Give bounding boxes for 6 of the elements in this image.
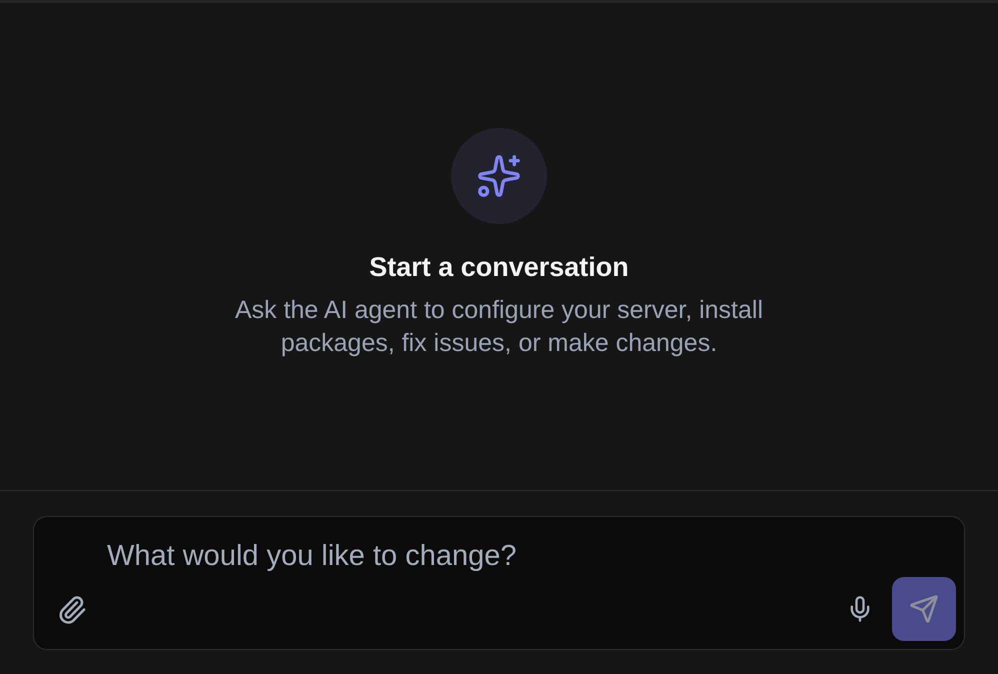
message-input[interactable]: What would you like to change? xyxy=(34,517,964,575)
empty-state-description: Ask the AI agent to configure your server, install packages, fix issues, or make changes. xyxy=(234,294,764,358)
paperclip-icon xyxy=(57,594,87,624)
empty-state-title: Start a conversation xyxy=(369,250,629,282)
message-composer[interactable]: What would you like to change? xyxy=(33,516,965,650)
send-icon xyxy=(909,594,939,624)
